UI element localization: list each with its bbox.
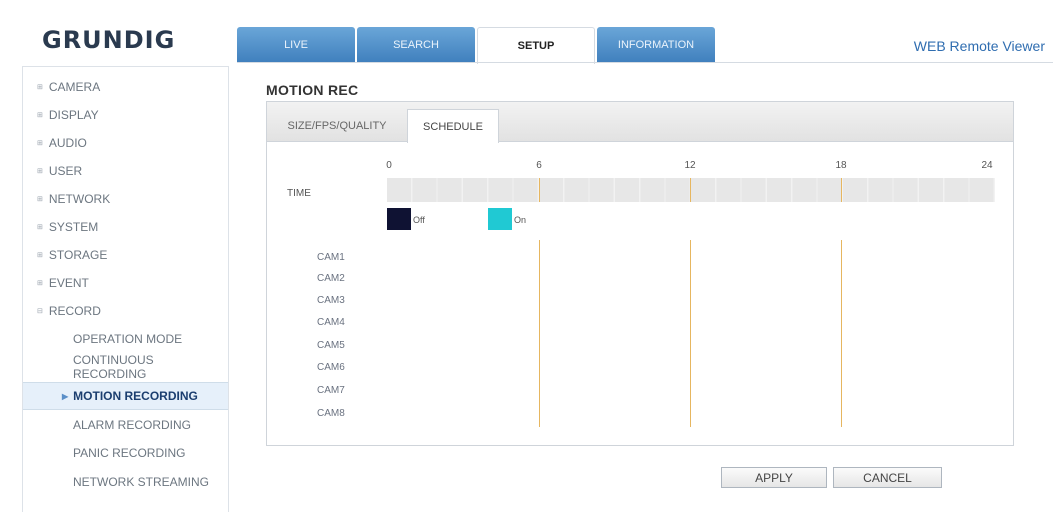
time-tick: 0: [386, 160, 392, 171]
collapse-icon: ⊟: [37, 308, 43, 315]
cam-label: CAM7: [317, 385, 345, 396]
cam-label: CAM8: [317, 408, 345, 419]
page-title: MOTION REC: [266, 82, 359, 98]
sidebar-item-label: SYSTEM: [48, 220, 99, 234]
header-divider: [237, 62, 1053, 63]
sidebar-item-event[interactable]: ⊞ EVENT: [23, 269, 228, 297]
expand-icon: ⊞: [37, 168, 43, 175]
tab-search[interactable]: SEARCH: [357, 27, 475, 63]
legend-off-swatch[interactable]: [387, 208, 411, 230]
main-tabs: LIVE SEARCH SETUP INFORMATION: [237, 27, 715, 64]
panel-tabs: SIZE/FPS/QUALITY SCHEDULE: [267, 102, 1013, 143]
sidebar-sub-label: CONTINUOUS RECORDING: [73, 353, 154, 381]
sidebar-item-label: NETWORK: [48, 192, 111, 206]
schedule-panel: SIZE/FPS/QUALITY SCHEDULE 0 6 12 18 24 T…: [266, 101, 1014, 446]
sidebar-sub-label: OPERATION MODE: [73, 332, 183, 346]
schedule-grid-line: [841, 240, 842, 427]
sidebar-item-label: RECORD: [48, 304, 101, 318]
hour-marker: [690, 178, 691, 202]
grundig-logo: GRUNDIG: [42, 26, 176, 54]
cam-label: CAM1: [317, 252, 345, 263]
cam-label: CAM4: [317, 317, 345, 328]
sidebar-item-label: STORAGE: [48, 248, 108, 262]
sidebar-item-storage[interactable]: ⊞ STORAGE: [23, 241, 228, 269]
cam-label: CAM2: [317, 273, 345, 284]
time-bar[interactable]: [387, 178, 995, 202]
apply-button[interactable]: APPLY: [721, 467, 827, 488]
selected-arrow-icon: ▶: [62, 391, 69, 401]
app-title: WEB Remote Viewer: [913, 38, 1045, 54]
sidebar-item-record[interactable]: ⊟ RECORD: [23, 297, 228, 325]
sidebar-item-label: DISPLAY: [48, 108, 99, 122]
time-tick: 24: [981, 160, 993, 171]
sidebar-sub-alarm-recording[interactable]: ALARM RECORDING: [23, 411, 228, 439]
hour-marker: [539, 178, 540, 202]
time-label: TIME: [287, 188, 311, 199]
time-tick: 18: [835, 160, 847, 171]
sidebar-item-network[interactable]: ⊞ NETWORK: [23, 185, 228, 213]
tab-schedule[interactable]: SCHEDULE: [407, 109, 499, 143]
sidebar-item-label: USER: [48, 164, 83, 178]
legend-on-swatch[interactable]: [488, 208, 512, 230]
expand-icon: ⊞: [37, 224, 43, 231]
legend-off-label: Off: [413, 215, 425, 225]
expand-icon: ⊞: [37, 280, 43, 287]
cancel-button[interactable]: CANCEL: [833, 467, 942, 488]
time-tick: 12: [684, 160, 696, 171]
time-tick: 6: [536, 160, 542, 171]
sidebar-item-system[interactable]: ⊞ SYSTEM: [23, 213, 228, 241]
sidebar-sub-continuous-recording[interactable]: CONTINUOUS RECORDING: [23, 353, 228, 381]
legend-on-label: On: [514, 215, 527, 225]
cam-label: CAM5: [317, 340, 345, 351]
expand-icon: ⊞: [37, 112, 43, 119]
expand-icon: ⊞: [37, 84, 43, 91]
sidebar-item-camera[interactable]: ⊞ CAMERA: [23, 73, 228, 101]
cam-label: CAM3: [317, 295, 345, 306]
sidebar-item-display[interactable]: ⊞ DISPLAY: [23, 101, 228, 129]
setup-sidebar: ⊞ CAMERA ⊞ DISPLAY ⊞ AUDIO ⊞ USER ⊞ NETWORK ⊞…: [22, 66, 229, 512]
sidebar-item-label: AUDIO: [48, 136, 87, 150]
sidebar-item-user[interactable]: ⊞ USER: [23, 157, 228, 185]
sidebar-item-label: CAMERA: [48, 80, 101, 94]
expand-icon: ⊞: [37, 196, 43, 203]
sidebar-sub-label: MOTION RECORDING: [73, 389, 198, 403]
hour-marker: [841, 178, 842, 202]
expand-icon: ⊞: [37, 252, 43, 259]
tab-setup[interactable]: SETUP: [477, 27, 595, 64]
tab-size-fps-quality[interactable]: SIZE/FPS/QUALITY: [269, 109, 405, 142]
sidebar-sub-label: ALARM RECORDING: [73, 418, 192, 432]
schedule-grid-line: [690, 240, 691, 427]
sidebar-sub-label: PANIC RECORDING: [73, 446, 186, 460]
expand-icon: ⊞: [37, 140, 43, 147]
schedule-grid-line: [539, 240, 540, 427]
sidebar-item-label: EVENT: [48, 276, 89, 290]
sidebar-sub-label: NETWORK STREAMING: [73, 475, 210, 489]
sidebar-sub-network-streaming[interactable]: NETWORK STREAMING: [23, 468, 228, 496]
sidebar-sub-panic-recording[interactable]: PANIC RECORDING: [23, 439, 228, 467]
tab-information[interactable]: INFORMATION: [597, 27, 715, 63]
sidebar-sub-motion-recording[interactable]: ▶ MOTION RECORDING: [23, 382, 228, 410]
sidebar-sub-operation-mode[interactable]: OPERATION MODE: [23, 325, 228, 353]
tab-live[interactable]: LIVE: [237, 27, 355, 63]
cam-label: CAM6: [317, 362, 345, 373]
sidebar-item-audio[interactable]: ⊞ AUDIO: [23, 129, 228, 157]
